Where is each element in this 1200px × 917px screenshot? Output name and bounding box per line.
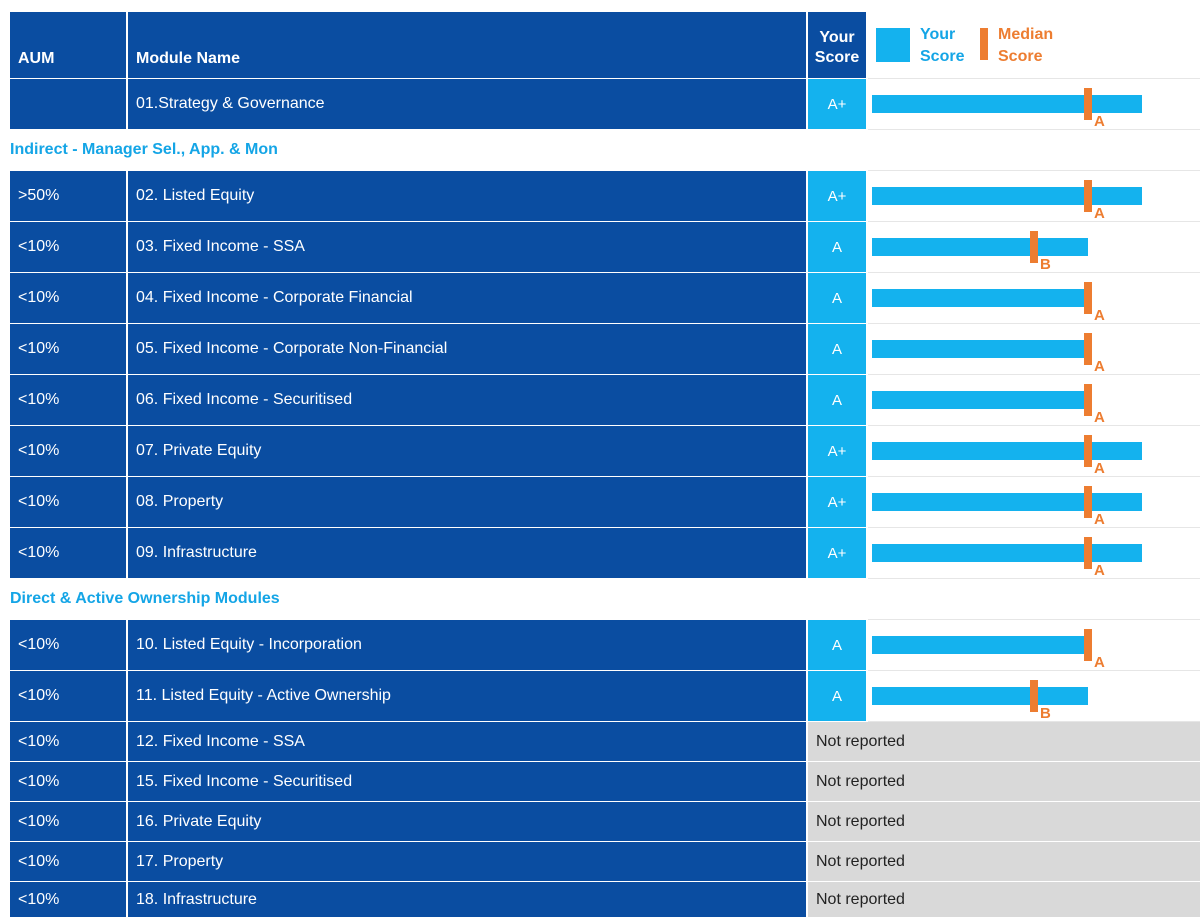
your-score-bar bbox=[872, 544, 1142, 562]
your-score-bar bbox=[872, 187, 1142, 205]
median-score-marker bbox=[1084, 333, 1092, 365]
median-score-label: A bbox=[1094, 654, 1105, 671]
median-score-marker bbox=[1084, 486, 1092, 518]
median-score-label: A bbox=[1094, 113, 1105, 130]
median-score-marker bbox=[1084, 282, 1092, 314]
score-bar-chart: A A B A A A A A A A B bbox=[872, 88, 1142, 722]
median-score-marker bbox=[1084, 384, 1092, 416]
median-score-label: A bbox=[1094, 511, 1105, 528]
your-score-bar bbox=[872, 340, 1088, 358]
median-score-marker bbox=[1084, 629, 1092, 661]
your-score-bar bbox=[872, 442, 1142, 460]
median-score-label: A bbox=[1094, 358, 1105, 375]
median-score-marker bbox=[1084, 88, 1092, 120]
your-score-bar bbox=[872, 238, 1088, 256]
median-score-marker bbox=[1084, 435, 1092, 467]
your-score-bar bbox=[872, 636, 1088, 654]
median-score-label: A bbox=[1094, 307, 1105, 324]
your-score-bar bbox=[872, 493, 1142, 511]
median-score-label: A bbox=[1094, 460, 1105, 477]
median-score-marker bbox=[1030, 680, 1038, 712]
median-score-label: B bbox=[1040, 705, 1051, 722]
median-score-label: B bbox=[1040, 256, 1051, 273]
median-score-marker bbox=[1030, 231, 1038, 263]
your-score-bar bbox=[872, 687, 1088, 705]
your-score-bar bbox=[872, 289, 1088, 307]
median-score-marker bbox=[1084, 537, 1092, 569]
median-score-marker bbox=[1084, 180, 1092, 212]
your-score-bar bbox=[872, 95, 1142, 113]
median-score-label: A bbox=[1094, 409, 1105, 426]
median-score-label: A bbox=[1094, 205, 1105, 222]
your-score-bar bbox=[872, 391, 1088, 409]
median-score-label: A bbox=[1094, 562, 1105, 579]
